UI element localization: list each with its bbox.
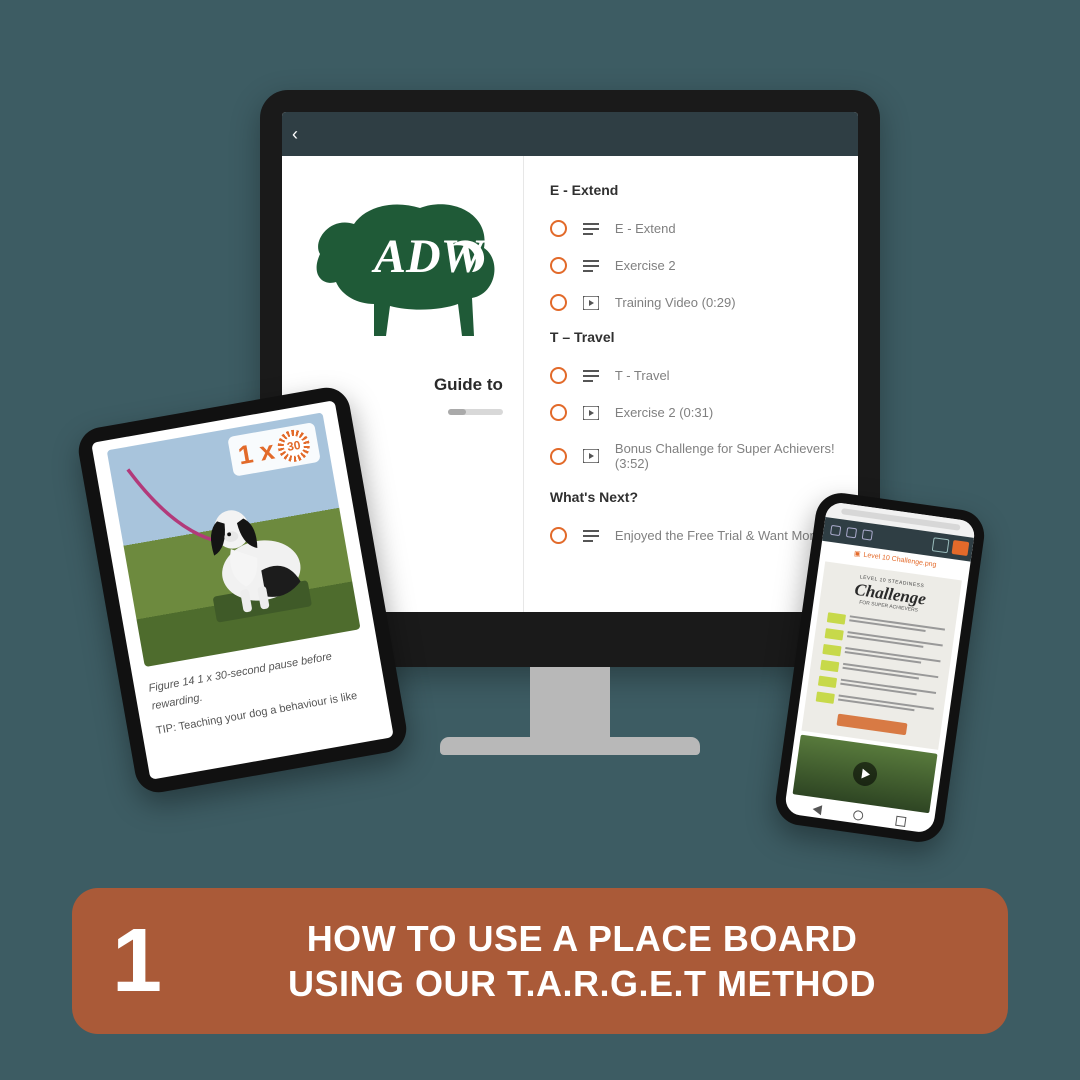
- title-banner: 1 HOW TO USE A PLACE BOARD USING OUR T.A…: [72, 888, 1008, 1034]
- status-ring-icon: [550, 527, 567, 544]
- monitor-base: [440, 737, 700, 755]
- next-button[interactable]: [952, 540, 970, 556]
- timer-ring-icon: [275, 427, 312, 464]
- home-icon[interactable]: [830, 525, 841, 536]
- status-ring-icon: [550, 367, 567, 384]
- monitor-neck: [530, 667, 610, 737]
- nav-home-icon[interactable]: [853, 810, 864, 821]
- prev-button[interactable]: [932, 537, 950, 553]
- menu-icon[interactable]: [862, 529, 873, 540]
- video-lesson-icon: [583, 449, 599, 463]
- lesson-label: T - Travel: [615, 368, 670, 383]
- course-title-partial: Guide to: [434, 375, 509, 395]
- app-topbar: ‹: [282, 112, 858, 156]
- lesson-row[interactable]: Exercise 2: [550, 247, 838, 284]
- video-lesson-icon: [583, 296, 599, 310]
- lesson-row[interactable]: T - Travel: [550, 357, 838, 394]
- status-ring-icon: [550, 294, 567, 311]
- video-lesson-icon: [583, 406, 599, 420]
- play-icon: [851, 760, 878, 787]
- section-next-title: What's Next?: [550, 489, 838, 505]
- image-icon: ▣: [853, 549, 861, 558]
- lesson-list: E - Extend E - Extend Exercise 2: [524, 156, 858, 612]
- doc-cta-button[interactable]: [836, 714, 908, 736]
- status-ring-icon: [550, 220, 567, 237]
- appbar-left-icons: [830, 525, 873, 541]
- challenge-document: LEVEL 10 STEADINESS Challenge FOR SUPER …: [801, 561, 961, 750]
- lesson-row[interactable]: E - Extend: [550, 210, 838, 247]
- text-lesson-icon: [583, 529, 599, 543]
- text-lesson-icon: [583, 222, 599, 236]
- back-chevron-icon[interactable]: ‹: [292, 124, 298, 145]
- badge-multiplier: 1 x: [236, 434, 277, 471]
- nav-back-icon[interactable]: [812, 804, 822, 815]
- nav-recent-icon[interactable]: [895, 816, 906, 827]
- progress-bar: [448, 409, 503, 415]
- svg-text:ADW: ADW: [371, 230, 487, 283]
- lesson-label: E - Extend: [615, 221, 676, 236]
- tablet-screen: 1 x Figure 14 1 x 30-second pause before…: [91, 400, 394, 780]
- step-number: 1: [112, 916, 162, 1006]
- text-lesson-icon: [583, 369, 599, 383]
- tablet-photo: 1 x: [107, 412, 361, 667]
- lesson-label: Exercise 2: [615, 258, 676, 273]
- lesson-row[interactable]: Bonus Challenge for Super Achievers! (3:…: [550, 431, 838, 481]
- lesson-label: Training Video (0:29): [615, 295, 736, 310]
- adw-dog-logo: ADW: [302, 186, 502, 341]
- status-ring-icon: [550, 448, 567, 465]
- lesson-label: Exercise 2 (0:31): [615, 405, 713, 420]
- lesson-row[interactable]: Training Video (0:29): [550, 284, 838, 321]
- lesson-label: Bonus Challenge for Super Achievers! (3:…: [615, 441, 838, 471]
- lesson-row[interactable]: Exercise 2 (0:31): [550, 394, 838, 431]
- lesson-label: Enjoyed the Free Trial & Want More?: [615, 528, 828, 543]
- lesson-row[interactable]: Enjoyed the Free Trial & Want More?: [550, 517, 838, 554]
- status-ring-icon: [550, 404, 567, 421]
- gear-icon[interactable]: [846, 527, 857, 538]
- text-lesson-icon: [583, 259, 599, 273]
- status-ring-icon: [550, 257, 567, 274]
- banner-title: HOW TO USE A PLACE BOARD USING OUR T.A.R…: [206, 916, 958, 1006]
- phone-screen: ▣ Level 10 Challenge.png LEVEL 10 STEADI…: [784, 501, 976, 834]
- section-travel-title: T – Travel: [550, 329, 838, 345]
- section-extend-title: E - Extend: [550, 182, 838, 198]
